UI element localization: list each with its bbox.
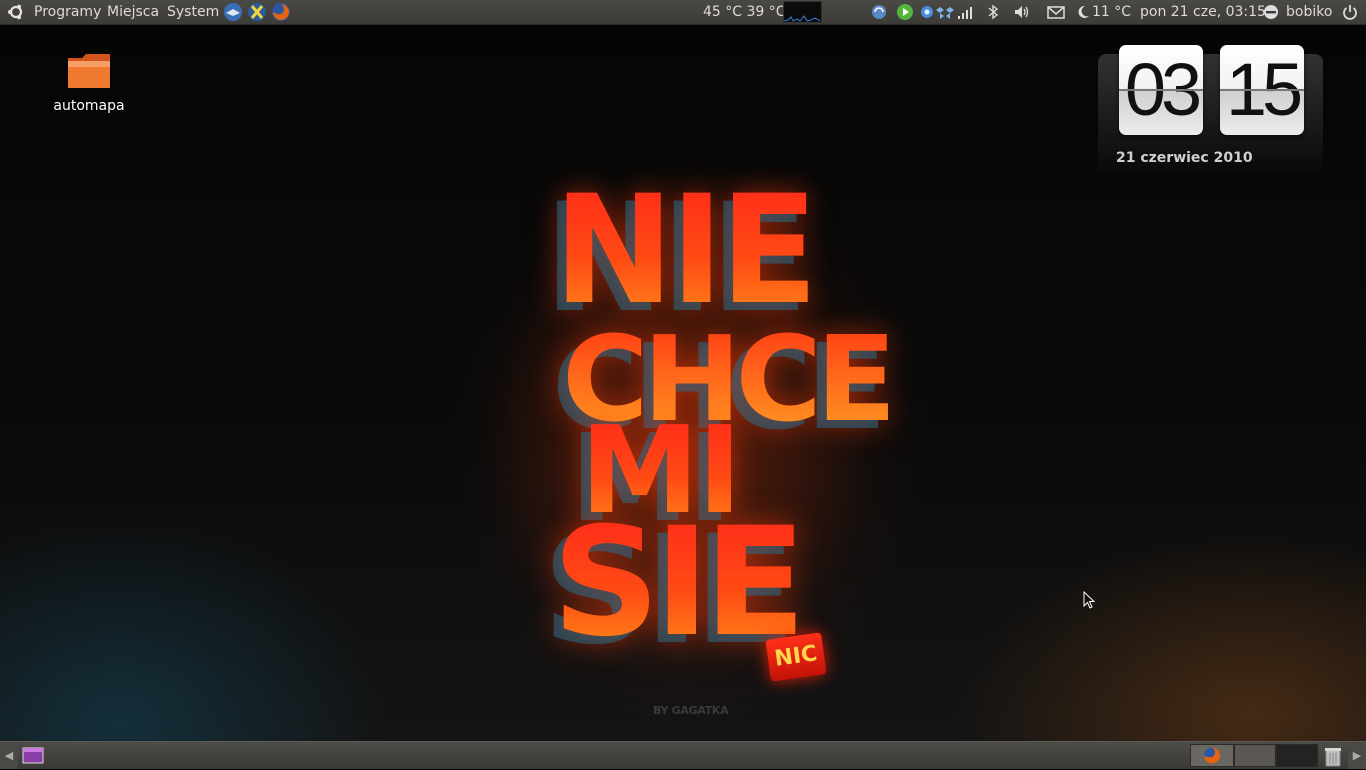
wallpaper-line-1: NIE <box>553 164 818 338</box>
moon-icon[interactable] <box>1074 3 1092 21</box>
weather-temperature[interactable]: 11 °C <box>1092 0 1131 24</box>
wallpaper-tag: NIC <box>765 632 827 682</box>
clock-minutes: 15 <box>1220 45 1304 135</box>
clock-datetime[interactable]: pon 21 cze, 03:15 <box>1140 0 1266 24</box>
power-icon[interactable] <box>1341 3 1359 21</box>
workspace-1[interactable] <box>1190 744 1234 767</box>
menu-miejsca[interactable]: Miejsca <box>107 0 159 24</box>
bottom-panel: ◀ ▶ <box>0 741 1366 769</box>
wallpaper-credit: BY GAGATKA <box>653 704 729 717</box>
dropbox-icon[interactable] <box>936 3 954 21</box>
volume-icon[interactable] <box>1013 3 1031 21</box>
wallpaper-line-4: SIE <box>552 496 806 670</box>
firefox-window-icon <box>1204 747 1220 764</box>
clock-widget[interactable]: 03 15 21 czerwiec 2010 <box>1098 45 1323 172</box>
update-icon[interactable] <box>870 3 888 21</box>
mail-icon[interactable] <box>1047 3 1065 21</box>
desktop-folder-automapa[interactable]: automapa <box>48 52 130 114</box>
thunderbird-icon[interactable] <box>222 1 244 23</box>
firefox-icon[interactable] <box>270 1 292 23</box>
workspace-3[interactable] <box>1276 744 1318 767</box>
show-desktop-icon[interactable] <box>22 746 44 765</box>
user-status-icon[interactable] <box>1262 3 1280 21</box>
bluetooth-icon[interactable] <box>984 3 1002 21</box>
system-monitor-graph[interactable] <box>783 1 822 23</box>
user-name[interactable]: bobiko <box>1286 0 1332 24</box>
folder-label: automapa <box>53 98 125 114</box>
menu-system[interactable]: System <box>167 0 219 24</box>
scroll-left-arrow[interactable]: ◀ <box>0 742 18 769</box>
folder-icon <box>68 54 110 88</box>
clock-date: 21 czerwiec 2010 <box>1116 150 1253 166</box>
workspace-2[interactable] <box>1234 744 1276 767</box>
trash-icon[interactable] <box>1322 745 1344 767</box>
cpu-temperatures: 45 °C 39 °C <box>703 4 786 20</box>
clock-hours: 03 <box>1119 45 1203 135</box>
signal-icon[interactable] <box>956 3 974 21</box>
mouse-cursor-icon <box>1083 591 1095 609</box>
top-panel: Programy Miejsca System 45 °C 39 °C 11 °… <box>0 0 1366 25</box>
ubuntu-logo-icon[interactable] <box>7 3 25 21</box>
xchat-icon[interactable] <box>246 1 268 23</box>
scroll-right-arrow[interactable]: ▶ <box>1348 742 1366 769</box>
menu-programy[interactable]: Programy <box>34 0 101 24</box>
network-icon[interactable] <box>918 3 936 21</box>
play-icon[interactable] <box>896 3 914 21</box>
